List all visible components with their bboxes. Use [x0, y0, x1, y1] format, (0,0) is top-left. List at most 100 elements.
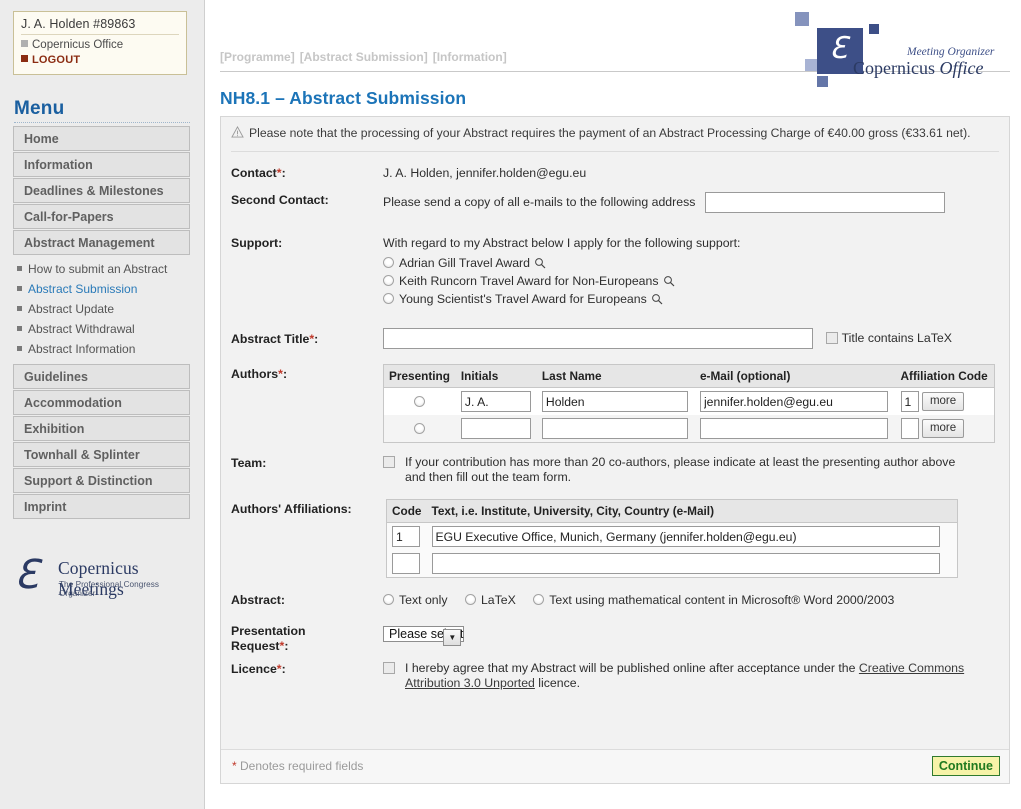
affiliation-code-input-2[interactable] [392, 553, 420, 574]
author-email-input-2[interactable] [700, 418, 888, 439]
sidebar-item-accommodation[interactable]: Accommodation [13, 390, 190, 415]
sidebar-subitem-label: How to submit an Abstract [28, 262, 167, 276]
team-row: Team: If your contribution has more than… [221, 455, 1009, 485]
checkbox-team[interactable] [383, 456, 395, 468]
sidebar-subitem-abstract-submission[interactable]: Abstract Submission [13, 279, 190, 299]
bullet-icon [17, 306, 22, 311]
author-initials-input-1[interactable] [461, 391, 531, 412]
sidebar-item-home[interactable]: Home [13, 126, 190, 151]
support-option-young-scientist[interactable]: Young Scientist's Travel Award for Europ… [383, 291, 999, 307]
radio-latex[interactable] [465, 594, 476, 605]
nav-link-abstract-submission[interactable]: [Abstract Submission] [300, 50, 428, 64]
cell-email [695, 415, 896, 443]
search-icon[interactable] [663, 275, 675, 287]
abstract-title-input[interactable] [383, 328, 813, 349]
abstract-type-option-word[interactable]: Text using mathematical content in Micro… [533, 593, 894, 607]
radio-presenting-author-1[interactable] [414, 396, 425, 407]
column-presenting: Presenting [384, 365, 456, 388]
radio-word-math[interactable] [533, 594, 544, 605]
logo-name-part2: Office [939, 58, 983, 78]
sidebar-item-exhibition[interactable]: Exhibition [13, 416, 190, 441]
chevron-down-icon[interactable]: ▼ [443, 629, 461, 646]
cell-last-name [537, 415, 695, 443]
sidebar-item-townhall-splinter[interactable]: Townhall & Splinter [13, 442, 190, 467]
sidebar-subitem-abstract-withdrawal[interactable]: Abstract Withdrawal [13, 319, 190, 339]
cell-affiliation-text [427, 523, 958, 551]
support-label: Support: [231, 235, 373, 251]
abstract-type-option-label: Text using mathematical content in Micro… [549, 593, 894, 607]
copernicus-c-glyph-icon: ℇ [14, 555, 39, 595]
logo-tagline: Meeting Organizer [907, 46, 994, 58]
radio-keith-runcorn[interactable] [383, 275, 394, 286]
author-more-button-2[interactable]: more [922, 419, 964, 438]
latex-toggle-label: Title contains LaTeX [842, 331, 952, 345]
affiliation-code-input-1[interactable] [392, 526, 420, 547]
sidebar-subitem-abstract-information[interactable]: Abstract Information [13, 339, 190, 359]
sidebar-item-call-for-papers[interactable]: Call-for-Papers [13, 204, 190, 229]
affiliation-text-input-1[interactable] [432, 526, 940, 547]
author-initials-input-2[interactable] [461, 418, 531, 439]
sidebar-subitem-abstract-update[interactable]: Abstract Update [13, 299, 190, 319]
latex-toggle[interactable]: Title contains LaTeX [826, 331, 951, 345]
presentation-request-select[interactable]: Please select ▼ [383, 626, 464, 642]
logo-square-1 [795, 12, 809, 26]
column-email: e-Mail (optional) [695, 365, 896, 388]
abstract-type-option-text-only[interactable]: Text only [383, 593, 448, 607]
warning-icon [231, 126, 244, 138]
support-option-keith-runcorn[interactable]: Keith Runcorn Travel Award for Non-Europ… [383, 273, 999, 289]
second-contact-row: Second Contact: Please send a copy of al… [221, 192, 1009, 213]
author-email-input-1[interactable] [700, 391, 888, 412]
required-marker: * [280, 639, 285, 653]
author-lastname-input-1[interactable] [542, 391, 688, 412]
checkbox-title-latex[interactable] [826, 332, 838, 344]
radio-adrian-gill[interactable] [383, 257, 394, 268]
table-header-row: Presenting Initials Last Name e-Mail (op… [384, 365, 995, 388]
sidebar-item-deadlines-milestones[interactable]: Deadlines & Milestones [13, 178, 190, 203]
copernicus-meetings-logo: ℇ Copernicus Meetings The Professional C… [14, 557, 194, 599]
presentation-request-field: Please select ▼ [383, 624, 999, 645]
sidebar-item-information[interactable]: Information [13, 152, 190, 177]
notice-divider [231, 151, 999, 152]
author-affiliation-input-1[interactable] [901, 391, 919, 412]
search-icon[interactable] [651, 293, 663, 305]
presentation-request-row: Presentation Request*: Please select ▼ [221, 624, 1009, 645]
menu-divider [14, 122, 190, 123]
authors-row: Authors*: Presenting Initials Last Name … [221, 364, 1009, 443]
abstract-title-row: Abstract Title*: Title contains LaTeX [221, 328, 1009, 349]
main-content: NH8.1 – Abstract Submission Please note … [206, 84, 1021, 809]
abstract-title-label-text: Abstract Title [231, 332, 309, 346]
sidebar-subitem-how-to-submit[interactable]: How to submit an Abstract [13, 259, 190, 279]
page-root: J. A. Holden #89863 Copernicus Office LO… [0, 0, 1021, 809]
second-contact-email-input[interactable] [705, 192, 945, 213]
author-affiliation-input-2[interactable] [901, 418, 919, 439]
sidebar-item-support-distinction[interactable]: Support & Distinction [13, 468, 190, 493]
sidebar-item-abstract-management[interactable]: Abstract Management [13, 230, 190, 255]
logout-label: LOGOUT [32, 54, 80, 66]
logout-link[interactable]: LOGOUT [21, 53, 179, 68]
support-option-adrian-gill[interactable]: Adrian Gill Travel Award [383, 255, 999, 271]
checkbox-licence[interactable] [383, 662, 395, 674]
continue-button[interactable]: Continue [932, 756, 1000, 776]
radio-text-only[interactable] [383, 594, 394, 605]
abstract-type-option-latex[interactable]: LaTeX [465, 593, 516, 607]
required-marker: * [309, 332, 314, 346]
menu-heading: Menu [14, 98, 64, 120]
nav-link-information[interactable]: [Information] [433, 50, 507, 64]
affiliation-text-input-2[interactable] [432, 553, 940, 574]
radio-young-scientist[interactable] [383, 293, 394, 304]
licence-row: Licence*: I hereby agree that my Abstrac… [221, 661, 1009, 691]
search-icon[interactable] [534, 257, 546, 269]
author-more-button-1[interactable]: more [922, 392, 964, 411]
presentation-request-label-line1: Presentation [231, 624, 305, 638]
sidebar-menu: Home Information Deadlines & Milestones … [13, 126, 190, 520]
nav-link-programme[interactable]: [Programme] [220, 50, 295, 64]
sidebar-item-imprint[interactable]: Imprint [13, 494, 190, 519]
author-lastname-input-2[interactable] [542, 418, 688, 439]
required-marker: * [277, 166, 282, 180]
sidebar-item-guidelines[interactable]: Guidelines [13, 364, 190, 389]
support-option-label: Keith Runcorn Travel Award for Non-Europ… [399, 274, 659, 288]
radio-presenting-author-2[interactable] [414, 423, 425, 434]
cell-affiliation-code: more [896, 388, 995, 416]
presentation-request-select-wrapper: Please select ▼ [383, 624, 464, 645]
support-option-label: Adrian Gill Travel Award [399, 256, 530, 270]
